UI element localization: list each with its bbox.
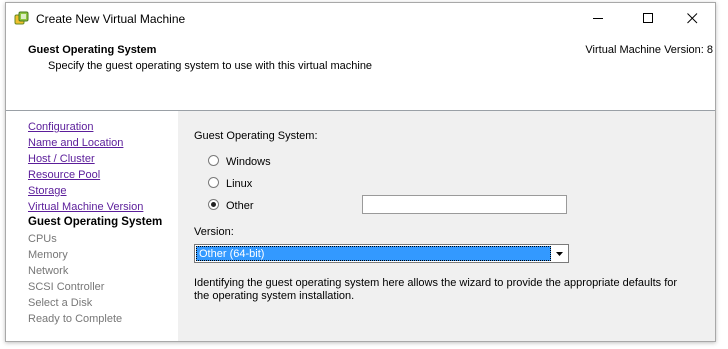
window-title: Create New Virtual Machine <box>36 12 186 26</box>
vsphere-app-icon <box>14 11 29 25</box>
minimize-icon <box>592 17 603 19</box>
nav-step-network: Network <box>28 265 69 277</box>
wizard-steps-nav: Configuration Name and Location Host / C… <box>6 111 179 341</box>
dropdown-arrow-icon <box>556 251 563 256</box>
nav-step-vm-version[interactable]: Virtual Machine Version <box>28 201 143 213</box>
wizard-header: Guest Operating System Specify the guest… <box>6 33 715 111</box>
radio-other[interactable] <box>208 199 219 210</box>
guest-os-label: Guest Operating System: <box>194 130 318 142</box>
info-text: Identifying the guest operating system h… <box>194 277 678 302</box>
nav-step-host-cluster[interactable]: Host / Cluster <box>28 153 95 165</box>
close-button[interactable] <box>672 7 712 29</box>
nav-step-resource-pool[interactable]: Resource Pool <box>28 169 100 181</box>
radio-other-label[interactable]: Other <box>226 200 254 212</box>
wizard-window: Create New Virtual Machine Guest Operati… <box>5 2 716 342</box>
close-icon <box>686 12 697 23</box>
nav-step-storage[interactable]: Storage <box>28 185 67 197</box>
version-label: Version: <box>194 226 234 238</box>
nav-step-configuration[interactable]: Configuration <box>28 121 93 133</box>
nav-step-guest-os: Guest Operating System <box>28 216 163 228</box>
nav-step-select-disk: Select a Disk <box>28 297 93 309</box>
version-select[interactable]: Other (64-bit) <box>194 244 569 263</box>
radio-windows[interactable] <box>208 155 219 166</box>
title-bar[interactable]: Create New Virtual Machine <box>6 3 715 33</box>
vm-version-label: Virtual Machine Version: 8 <box>585 44 713 56</box>
nav-step-cpus: CPUs <box>28 233 57 245</box>
version-select-value: Other (64-bit) <box>196 246 551 261</box>
page-title: Guest Operating System <box>28 44 157 56</box>
nav-step-memory: Memory <box>28 249 68 261</box>
page-subtitle: Specify the guest operating system to us… <box>48 60 373 72</box>
maximize-button[interactable] <box>628 7 668 29</box>
version-dropdown-button[interactable] <box>552 246 567 261</box>
nav-step-name-location[interactable]: Name and Location <box>28 137 123 149</box>
other-os-input[interactable] <box>362 195 567 214</box>
guest-os-panel: Guest Operating System: Windows Linux Ot… <box>178 111 715 341</box>
nav-step-ready-complete: Ready to Complete <box>28 313 123 325</box>
minimize-button[interactable] <box>578 7 618 29</box>
radio-linux[interactable] <box>208 177 219 188</box>
nav-step-scsi-controller: SCSI Controller <box>28 281 105 293</box>
radio-windows-label[interactable]: Windows <box>226 156 271 168</box>
maximize-icon <box>642 12 653 23</box>
radio-linux-label[interactable]: Linux <box>226 178 252 190</box>
